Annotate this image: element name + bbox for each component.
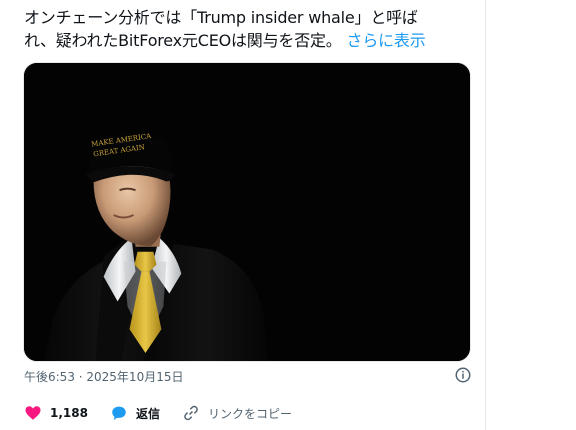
tweet-text-line-2: れ、疑われたBitForex元CEOは関与を否定。: [24, 31, 342, 50]
heart-icon: [25, 406, 41, 420]
photo-image: MAKE AMERICA GREAT AGAIN: [24, 63, 470, 361]
tweet-card: オンチェーン分析では「Trump insider whale」と呼ば れ、疑われ…: [8, 0, 486, 430]
tweet-timestamp[interactable]: 午後6:53 · 2025年10月15日: [24, 368, 183, 385]
show-more-link[interactable]: さらに表示: [347, 31, 426, 50]
like-count: 1,188: [50, 406, 88, 420]
reply-bubble-icon: [112, 406, 126, 421]
link-icon: [184, 405, 198, 421]
tweet-actions-bar: 1,188 返信 リンクをコピー: [24, 398, 314, 428]
reply-button[interactable]: 返信: [110, 404, 160, 422]
reply-label: 返信: [135, 406, 160, 421]
info-icon[interactable]: [454, 366, 472, 384]
tweet-photo[interactable]: MAKE AMERICA GREAT AGAIN: [23, 62, 471, 362]
copy-link-label: リンクをコピー: [207, 406, 292, 421]
tweet-text-line-1: オンチェーン分析では「Trump insider whale」と呼ば: [24, 8, 418, 27]
copy-link-button[interactable]: リンクをコピー: [182, 404, 292, 422]
like-button[interactable]: 1,188: [24, 404, 88, 422]
tweet-text: オンチェーン分析では「Trump insider whale」と呼ば れ、疑われ…: [24, 6, 480, 52]
